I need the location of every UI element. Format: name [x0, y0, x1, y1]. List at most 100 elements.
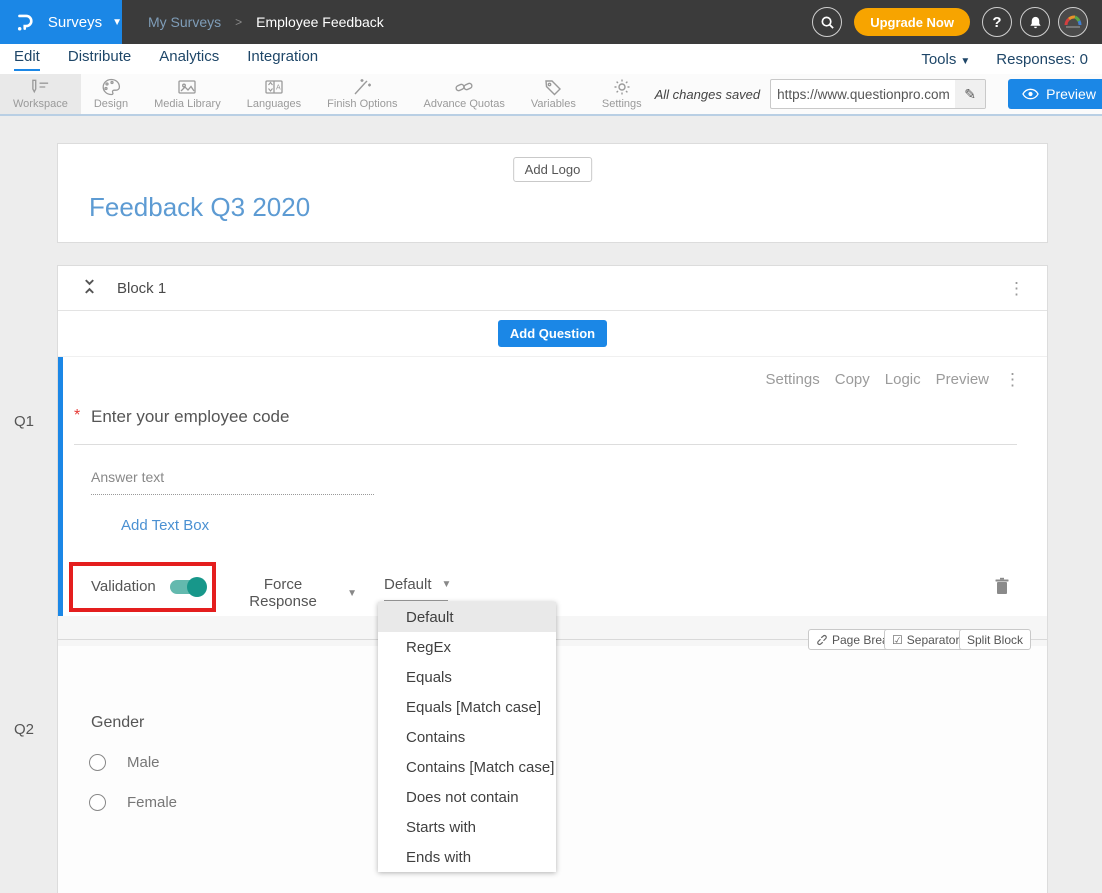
- add-question-button[interactable]: Add Question: [498, 320, 607, 347]
- breadcrumb-my-surveys[interactable]: My Surveys: [148, 14, 221, 30]
- split-block-button[interactable]: Split Block: [959, 629, 1031, 650]
- bell-icon: [1028, 15, 1043, 30]
- surveys-menu[interactable]: Surveys ▼: [0, 0, 122, 44]
- toggle-knob: [187, 577, 207, 597]
- question-preview-link[interactable]: Preview: [936, 371, 989, 388]
- menu-item-contains-match-case[interactable]: Contains [Match case]: [378, 752, 556, 782]
- trash-icon: [994, 577, 1010, 595]
- answer-text-field[interactable]: Answer text: [91, 469, 164, 485]
- chevron-down-icon: ▼: [442, 579, 452, 590]
- toolbar-item-design[interactable]: Design: [81, 74, 141, 114]
- breadcrumb-separator-icon: >: [235, 15, 242, 29]
- tools-label: Tools: [921, 51, 956, 68]
- tag-icon: [543, 78, 563, 96]
- avatar-logo-icon: [1062, 11, 1084, 33]
- upgrade-now-button[interactable]: Upgrade Now: [854, 8, 970, 36]
- validation-type-menu: Default RegEx Equals Equals [Match case]…: [378, 602, 556, 872]
- tab-analytics[interactable]: Analytics: [159, 48, 219, 71]
- tab-edit[interactable]: Edit: [14, 48, 40, 71]
- survey-url-box: ✎: [770, 79, 986, 109]
- collapse-block-button[interactable]: [79, 276, 100, 300]
- toolbar-label: Settings: [602, 98, 642, 110]
- q1-margin-label: Q1: [14, 413, 34, 430]
- menu-item-starts-with[interactable]: Starts with: [378, 812, 556, 842]
- broken-link-icon: [816, 634, 828, 646]
- question-menu-button[interactable]: ⋮: [1004, 371, 1021, 388]
- menu-item-ends-with[interactable]: Ends with: [378, 842, 556, 872]
- active-question-stripe: [58, 357, 63, 616]
- checkbox-icon: ☑: [892, 633, 903, 647]
- toolbar-item-settings[interactable]: Settings: [589, 74, 655, 114]
- validation-label: Validation: [91, 578, 156, 595]
- delete-question-button[interactable]: [994, 577, 1010, 598]
- menu-item-default[interactable]: Default: [378, 602, 556, 632]
- toolbar-item-advance-quotas[interactable]: Advance Quotas: [410, 74, 517, 114]
- add-text-box-link[interactable]: Add Text Box: [121, 517, 209, 534]
- app-menu-label: Surveys: [48, 14, 102, 31]
- separator-button[interactable]: ☑ Separator: [884, 629, 967, 650]
- chevron-down-icon: ▼: [112, 17, 122, 28]
- tab-distribute[interactable]: Distribute: [68, 48, 131, 71]
- survey-header-card: Add Logo Feedback Q3 2020: [57, 143, 1048, 243]
- toolbar-item-media-library[interactable]: Media Library: [141, 74, 234, 114]
- menu-item-equals[interactable]: Equals: [378, 662, 556, 692]
- preview-button[interactable]: Preview: [1008, 79, 1102, 109]
- palette-icon: [101, 78, 121, 96]
- help-button[interactable]: ?: [982, 7, 1012, 37]
- toolbar-item-languages[interactable]: A Languages: [234, 74, 314, 114]
- required-asterisk: *: [74, 407, 91, 425]
- menu-item-does-not-contain[interactable]: Does not contain: [378, 782, 556, 812]
- tab-integration[interactable]: Integration: [247, 48, 318, 71]
- chain-links-icon: [454, 78, 474, 96]
- validation-toggle[interactable]: [170, 580, 204, 594]
- question-mark-icon: ?: [992, 14, 1001, 31]
- notifications-button[interactable]: [1020, 7, 1050, 37]
- chevron-down-icon: ▼: [960, 56, 970, 67]
- pen-lines-icon: [30, 78, 51, 96]
- toolbar-item-workspace[interactable]: Workspace: [0, 74, 81, 114]
- block-menu-button[interactable]: ⋮: [1008, 280, 1025, 297]
- toolbar-item-finish-options[interactable]: Finish Options: [314, 74, 410, 114]
- menu-item-contains[interactable]: Contains: [378, 722, 556, 752]
- radio-button-icon[interactable]: [89, 754, 106, 771]
- add-logo-button[interactable]: Add Logo: [513, 157, 593, 182]
- toolbar-label: Languages: [247, 98, 301, 110]
- question-title[interactable]: Gender: [91, 714, 144, 732]
- add-question-row: Add Question: [58, 311, 1047, 357]
- survey-url-input[interactable]: [771, 87, 955, 102]
- block-title[interactable]: Block 1: [117, 280, 166, 297]
- force-response-label: Force Response: [229, 576, 337, 610]
- menu-item-regex[interactable]: RegEx: [378, 632, 556, 662]
- tools-dropdown[interactable]: Tools ▼: [921, 51, 970, 68]
- radio-option-male[interactable]: Male: [89, 754, 160, 771]
- section-tabs: Edit Distribute Analytics Integration To…: [0, 44, 1102, 74]
- image-icon: [177, 78, 197, 96]
- topbar-actions: Upgrade Now ?: [812, 0, 1088, 44]
- toolbar-item-variables[interactable]: Variables: [518, 74, 589, 114]
- radio-option-female[interactable]: Female: [89, 794, 177, 811]
- radio-button-icon[interactable]: [89, 794, 106, 811]
- force-response-dropdown[interactable]: Force Response ▼: [229, 576, 357, 618]
- split-block-label: Split Block: [967, 633, 1023, 647]
- search-icon: [820, 15, 835, 30]
- question-actions: Settings Copy Logic Preview ⋮: [766, 371, 1021, 388]
- question-title-row: * Enter your employee code: [74, 407, 1017, 445]
- question-settings-link[interactable]: Settings: [766, 371, 820, 388]
- top-bar: Surveys ▼ My Surveys > Employee Feedback…: [0, 0, 1102, 44]
- search-button[interactable]: [812, 7, 842, 37]
- question-copy-link[interactable]: Copy: [835, 371, 870, 388]
- question-title[interactable]: Enter your employee code: [91, 407, 289, 427]
- preview-label: Preview: [1046, 86, 1096, 102]
- survey-title[interactable]: Feedback Q3 2020: [89, 192, 310, 223]
- toolbar-label: Design: [94, 98, 128, 110]
- radio-option-label: Male: [127, 754, 160, 771]
- responses-count[interactable]: Responses: 0: [996, 51, 1088, 68]
- avatar[interactable]: [1058, 7, 1088, 37]
- wand-icon: [352, 78, 372, 96]
- validation-type-dropdown[interactable]: Default ▼: [384, 576, 448, 601]
- question-logic-link[interactable]: Logic: [885, 371, 921, 388]
- edit-url-button[interactable]: ✎: [955, 80, 985, 108]
- menu-item-equals-match-case[interactable]: Equals [Match case]: [378, 692, 556, 722]
- saved-status: All changes saved: [655, 87, 761, 102]
- toolbar-label: Media Library: [154, 98, 221, 110]
